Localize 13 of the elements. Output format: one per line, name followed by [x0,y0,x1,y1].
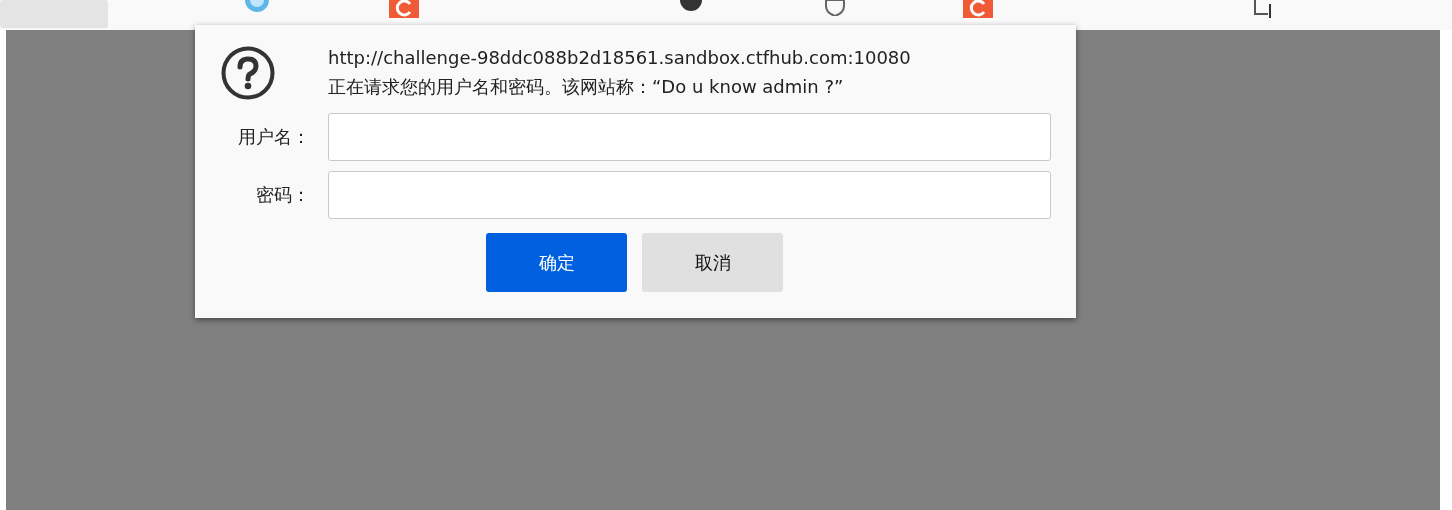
field-label: 密码： [255,183,310,207]
field-label: 用户名： [237,125,310,149]
input-field[interactable] [328,171,1051,219]
globe-icon[interactable] [243,0,270,14]
input-field[interactable] [328,113,1051,161]
question-icon [220,45,276,101]
site-url: http://challenge-98ddc088b2d18561.sandbox.ctfhub.com:10080 [328,46,911,70]
logo-icon[interactable] [389,0,420,18]
logo-icon[interactable] [963,0,993,18]
shield-icon[interactable] [823,0,848,16]
auth-message: 正在请求您的用户名和密码。该网站称：“Do u know admin ?” [328,75,845,99]
cancel-button[interactable]: 取消 [642,233,783,292]
confirm-button[interactable]: 确定 [486,233,627,292]
